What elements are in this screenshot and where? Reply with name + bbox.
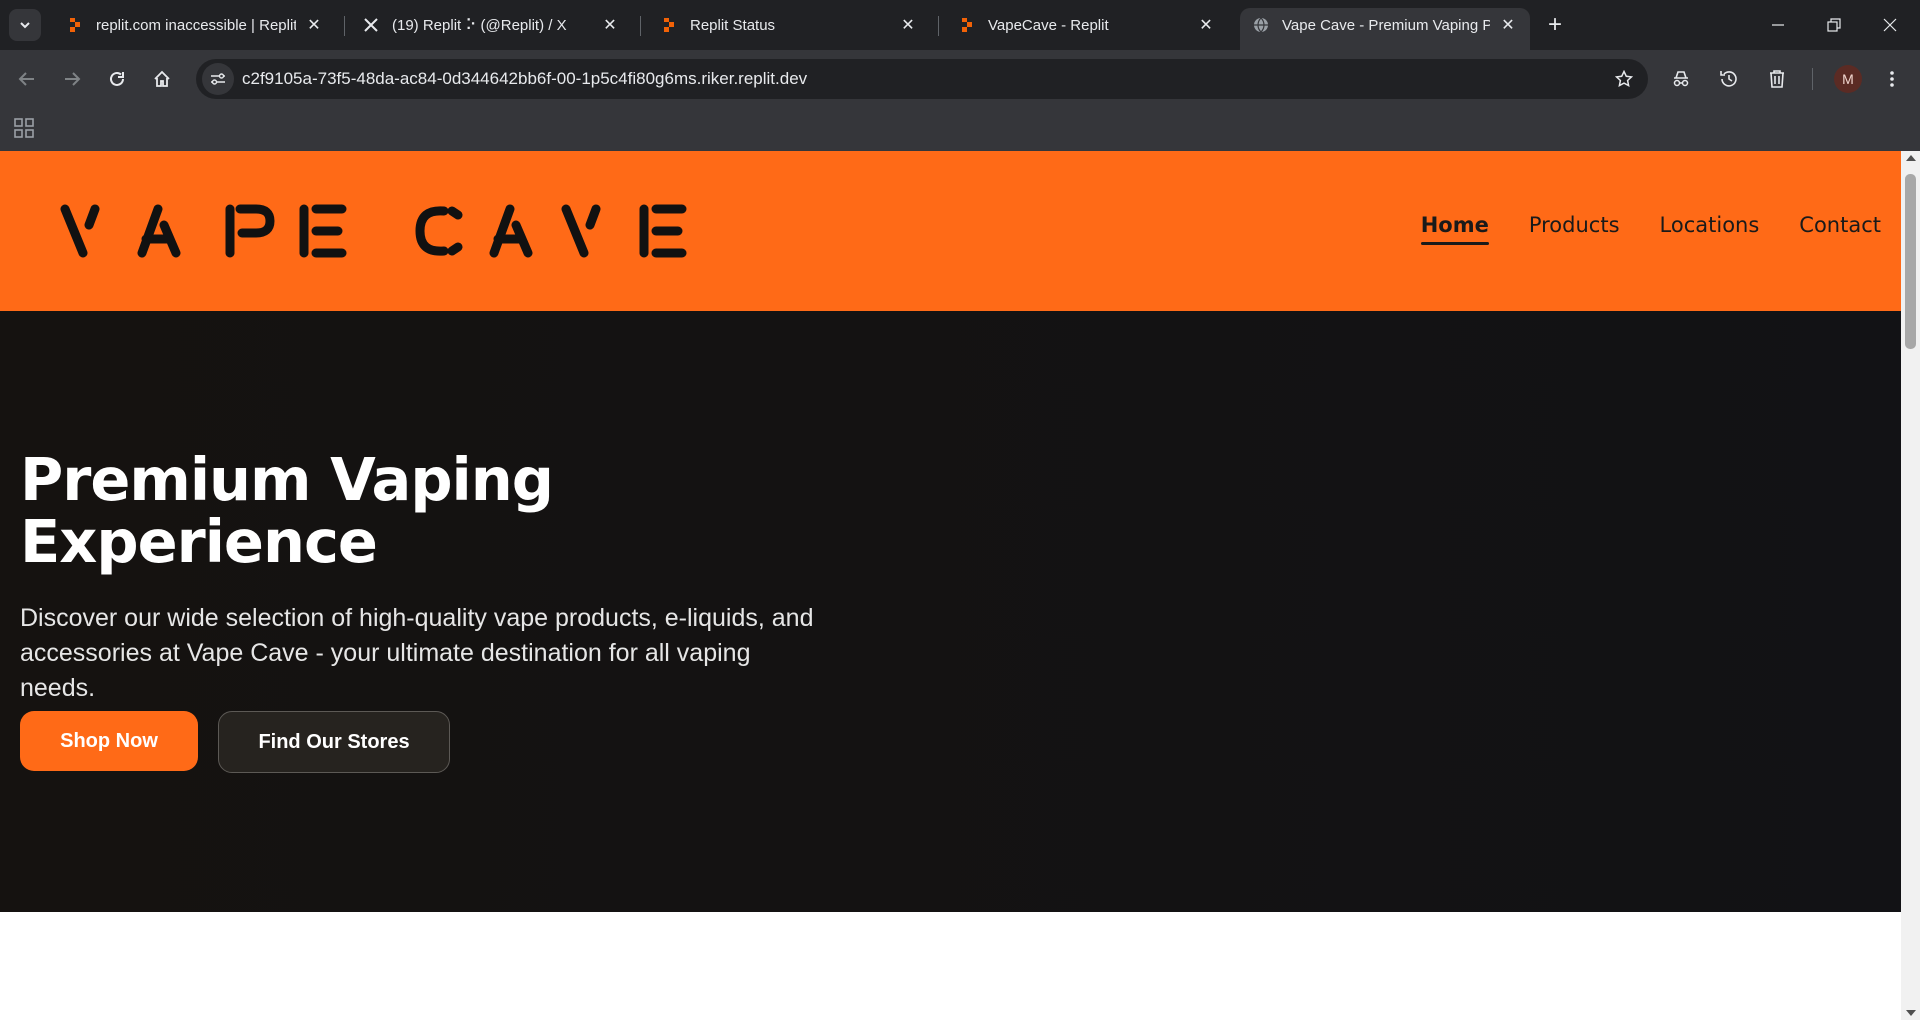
- tab-title: Replit Status: [690, 16, 776, 34]
- replit-icon: [660, 16, 678, 34]
- tab-replit-status[interactable]: Replit Status ✕: [648, 8, 930, 42]
- close-icon: [1883, 18, 1897, 32]
- close-icon[interactable]: ✕: [600, 15, 620, 35]
- more-vert-icon: [1890, 71, 1894, 87]
- tab-separator: [938, 16, 939, 36]
- close-icon[interactable]: ✕: [1498, 15, 1518, 35]
- minimize-icon: [1772, 24, 1784, 26]
- scroll-thumb[interactable]: [1905, 174, 1916, 349]
- tab-replit-inaccessible[interactable]: replit.com inaccessible | Replit S ✕: [54, 8, 336, 42]
- nav-products[interactable]: Products: [1529, 213, 1620, 245]
- incognito-icon: [1673, 71, 1689, 87]
- back-button[interactable]: [9, 61, 45, 97]
- reload-button[interactable]: [99, 61, 135, 97]
- arrow-right-icon: [65, 72, 81, 86]
- nav-contact[interactable]: Contact: [1799, 213, 1881, 245]
- tune-icon: [211, 73, 225, 85]
- page-scrollbar[interactable]: [1901, 151, 1920, 1020]
- site-logo[interactable]: [60, 203, 700, 259]
- browser-toolbar: c2f9105a-73f5-48da-ac84-0d344642bb6f-00-…: [0, 50, 1920, 108]
- close-icon[interactable]: ✕: [898, 15, 918, 35]
- history-icon: [1720, 71, 1737, 87]
- nav-locations[interactable]: Locations: [1660, 213, 1760, 245]
- tab-separator: [640, 16, 641, 36]
- close-window-button[interactable]: [1862, 0, 1918, 50]
- x-icon: [362, 16, 380, 34]
- close-icon[interactable]: ✕: [1196, 15, 1216, 35]
- bookmarks-bar: [0, 108, 1920, 151]
- apps-grid-icon[interactable]: [12, 116, 36, 140]
- forward-button[interactable]: [54, 61, 90, 97]
- hero-title: Premium Vaping Experience: [20, 449, 720, 573]
- site-info-button[interactable]: [202, 63, 234, 95]
- tab-replit-x[interactable]: (19) Replit ⠕ (@Replit) / X ✕: [350, 8, 632, 42]
- bookmark-star-button[interactable]: [1610, 65, 1638, 93]
- shop-now-button[interactable]: Shop Now: [20, 711, 198, 771]
- url-text[interactable]: c2f9105a-73f5-48da-ac84-0d344642bb6f-00-…: [242, 69, 807, 89]
- minimize-button[interactable]: [1750, 0, 1806, 50]
- delete-button[interactable]: [1762, 64, 1792, 94]
- incognito-button[interactable]: [1666, 64, 1696, 94]
- tab-vapecave-replit[interactable]: VapeCave - Replit ✕: [946, 8, 1228, 42]
- close-icon[interactable]: ✕: [304, 15, 324, 35]
- hero-title-line2: Experience: [20, 507, 378, 576]
- page-viewport: Home Products Locations Contact Premium …: [0, 151, 1901, 1020]
- tab-separator: [344, 16, 345, 36]
- restore-icon: [1827, 18, 1841, 32]
- replit-icon: [66, 16, 84, 34]
- site-header: Home Products Locations Contact: [0, 151, 1901, 311]
- globe-icon: [1252, 16, 1270, 34]
- reload-icon: [110, 71, 124, 86]
- tab-strip: replit.com inaccessible | Replit S ✕ (19…: [0, 0, 1920, 50]
- tab-search-button[interactable]: [9, 9, 41, 41]
- home-icon: [154, 70, 170, 87]
- hero-title-line1: Premium Vaping: [20, 445, 554, 514]
- tab-title: replit.com inaccessible | Replit S: [96, 16, 296, 34]
- restore-button[interactable]: [1806, 0, 1862, 50]
- nav-home[interactable]: Home: [1420, 213, 1489, 245]
- hero-description: Discover our wide selection of high-qual…: [20, 604, 814, 702]
- scroll-down-arrow-icon[interactable]: [1906, 1010, 1916, 1016]
- menu-button[interactable]: [1877, 64, 1907, 94]
- scroll-up-arrow-icon[interactable]: [1906, 155, 1916, 161]
- hero-section: Premium Vaping Experience Discover our w…: [0, 311, 1901, 912]
- tab-vape-cave-active[interactable]: Vape Cave - Premium Vaping Pr ✕: [1240, 8, 1530, 50]
- tab-title: Vape Cave - Premium Vaping Pr: [1282, 16, 1490, 34]
- new-tab-button[interactable]: +: [1541, 11, 1569, 39]
- toolbar-separator: [1812, 68, 1813, 90]
- history-button[interactable]: [1714, 64, 1744, 94]
- profile-avatar[interactable]: M: [1834, 65, 1862, 93]
- chevron-down-icon: [20, 22, 30, 29]
- replit-icon: [958, 16, 976, 34]
- arrow-left-icon: [18, 72, 34, 86]
- main-nav: Home Products Locations Contact: [1420, 213, 1881, 245]
- tab-title: (19) Replit ⠕ (@Replit) / X: [392, 17, 567, 34]
- star-icon: [1615, 70, 1633, 88]
- trash-icon: [1770, 70, 1784, 88]
- home-button[interactable]: [144, 61, 180, 97]
- address-bar[interactable]: c2f9105a-73f5-48da-ac84-0d344642bb6f-00-…: [196, 59, 1648, 99]
- find-stores-button[interactable]: Find Our Stores: [218, 711, 450, 773]
- tab-title: VapeCave - Replit: [988, 16, 1109, 34]
